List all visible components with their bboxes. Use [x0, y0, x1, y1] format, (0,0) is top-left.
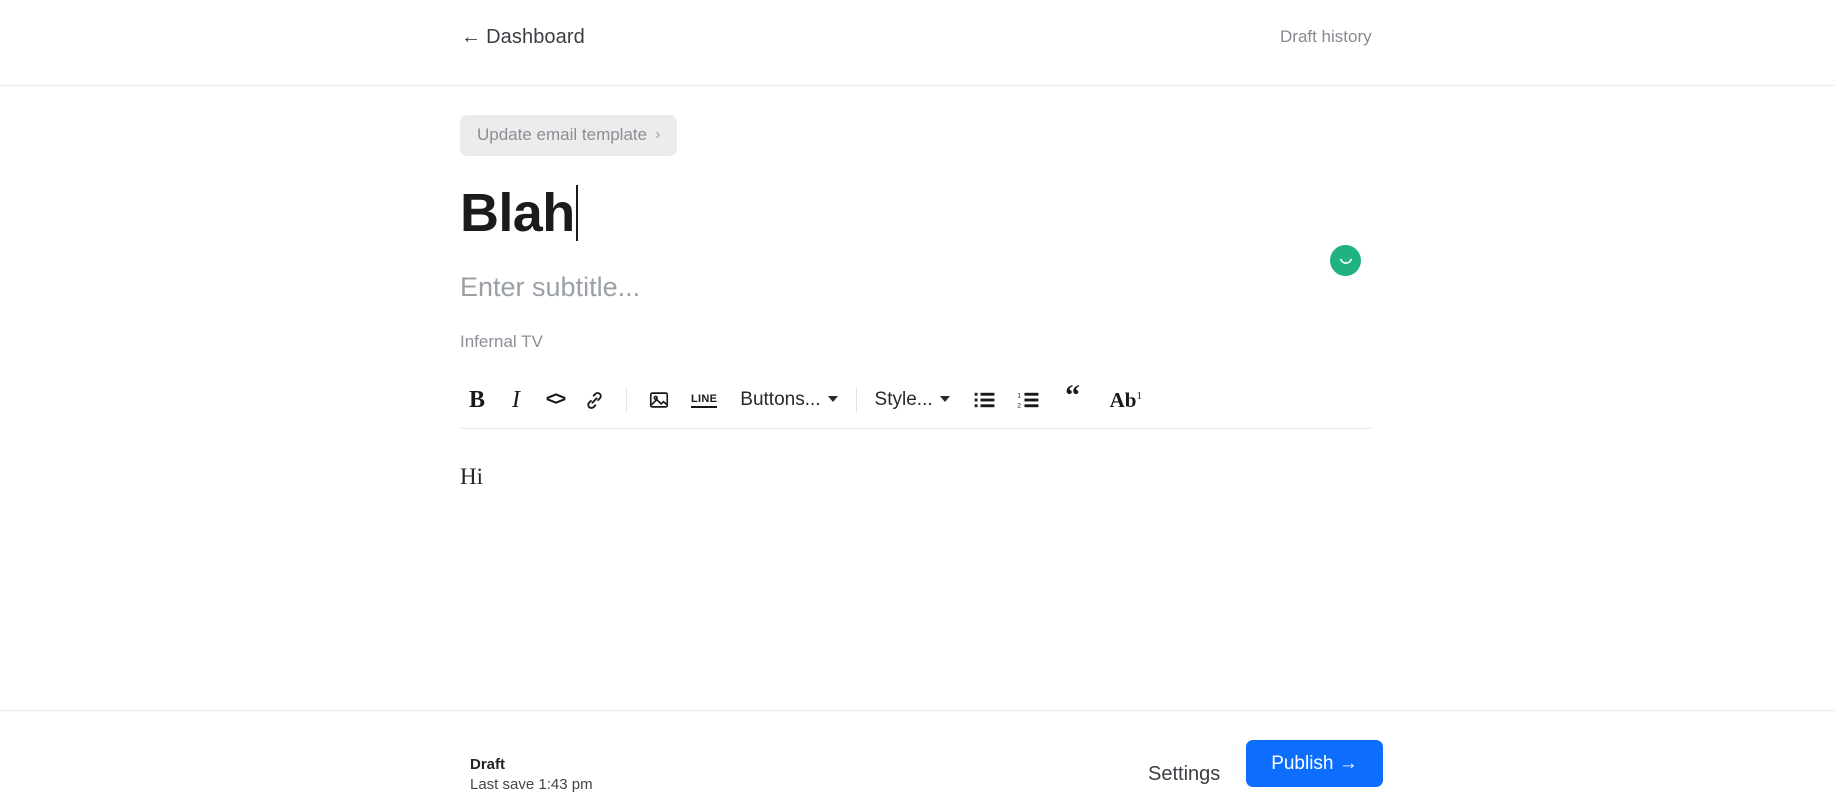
quote-icon: “	[1065, 379, 1081, 413]
text-cursor	[575, 185, 578, 242]
link-button[interactable]	[577, 383, 611, 417]
toolbar-divider	[626, 387, 627, 414]
post-body-editor[interactable]: Hi	[460, 460, 1372, 640]
style-dropdown-label: Style...	[874, 389, 933, 411]
buttons-dropdown[interactable]: Buttons...	[737, 389, 840, 411]
formatting-toolbar: B I <> LINE Buttons... Style... 1 2 “ Ab…	[460, 381, 1372, 429]
code-button[interactable]: <>	[538, 383, 572, 417]
line-divider-button[interactable]: LINE	[686, 383, 722, 417]
settings-button[interactable]: Settings	[1148, 763, 1220, 786]
line-label: LINE	[691, 393, 718, 408]
post-title-text: Blah	[460, 183, 575, 243]
blockquote-button[interactable]: “	[1056, 379, 1090, 417]
footnote-icon: Ab1	[1110, 388, 1142, 413]
footnote-button[interactable]: Ab1	[1105, 383, 1147, 417]
publish-button[interactable]: Publish →	[1246, 740, 1383, 787]
image-icon	[648, 389, 670, 411]
update-email-template-button[interactable]: Update email template ›	[460, 115, 678, 156]
chevron-right-icon: ›	[655, 126, 661, 143]
link-icon	[584, 390, 605, 411]
draft-status-label: Draft	[470, 756, 506, 773]
toolbar-divider	[855, 387, 857, 414]
numbered-list-icon: 1 2	[1017, 391, 1040, 409]
bold-button[interactable]: B	[460, 383, 494, 417]
post-title-input[interactable]: Blah	[460, 184, 1372, 242]
bullet-list-button[interactable]	[968, 383, 1002, 417]
template-pill-label: Update email template	[477, 125, 648, 144]
top-header: ← Dashboard Draft history	[0, 0, 1835, 86]
buttons-dropdown-label: Buttons...	[740, 389, 821, 411]
post-subtitle-input[interactable]: Enter subtitle...	[460, 271, 1372, 303]
chevron-down-icon	[939, 396, 950, 403]
post-byline: Infernal TV	[460, 331, 543, 351]
spinner-arc-icon	[1339, 258, 1352, 264]
editor-column: Update email template › Blah Enter subti…	[460, 86, 1372, 640]
footer-bar: Draft Last save 1:43 pm Settings	[0, 710, 1835, 797]
italic-button[interactable]: I	[499, 383, 533, 417]
editor-page: ← Dashboard Draft history Update email te…	[0, 0, 1835, 797]
svg-text:1: 1	[1017, 393, 1021, 400]
insert-image-button[interactable]	[642, 383, 676, 417]
footnote-superscript: 1	[1136, 389, 1142, 402]
draft-status-block: Draft Last save 1:43 pm	[470, 755, 593, 796]
draft-history-link[interactable]: Draft history	[1280, 27, 1372, 47]
numbered-list-button[interactable]: 1 2	[1012, 383, 1046, 417]
back-arrow-icon: ←	[461, 26, 482, 48]
back-to-dashboard-link[interactable]: ← Dashboard	[461, 26, 585, 49]
svg-text:2: 2	[1017, 403, 1021, 409]
back-link-label: Dashboard	[486, 26, 585, 48]
last-save-label: Last save 1:43 pm	[470, 776, 593, 794]
style-dropdown[interactable]: Style...	[872, 389, 953, 411]
chevron-down-icon	[827, 396, 838, 403]
saving-spinner	[1330, 245, 1361, 276]
bullet-list-icon	[974, 391, 996, 409]
footnote-base: Ab	[1109, 387, 1137, 412]
